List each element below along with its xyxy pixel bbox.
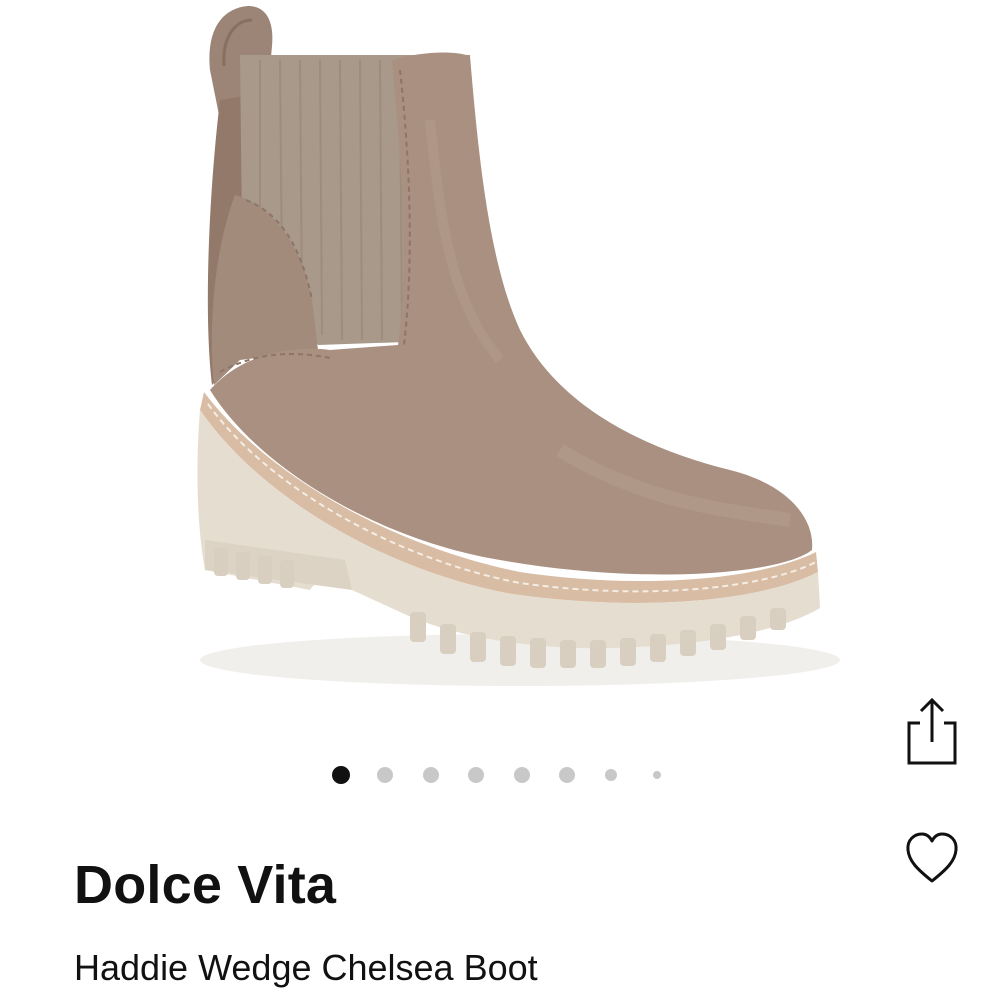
- pagination-dot-3[interactable]: [423, 767, 439, 783]
- brand-name[interactable]: Dolce Vita: [74, 852, 336, 918]
- product-name: Haddie Wedge Chelsea Boot: [74, 947, 538, 988]
- pagination-dot-4[interactable]: [468, 767, 484, 783]
- image-pagination[interactable]: [322, 764, 682, 786]
- pagination-dot-6[interactable]: [559, 767, 575, 783]
- product-image[interactable]: [0, 0, 1000, 740]
- share-button[interactable]: [897, 692, 967, 770]
- boot-illustration: [197, 6, 840, 686]
- pagination-dot-1[interactable]: [332, 766, 350, 784]
- share-icon: [907, 697, 957, 765]
- pagination-dot-8[interactable]: [653, 771, 661, 779]
- heart-icon: [906, 832, 958, 883]
- product-page: Dolce Vita Haddie Wedge Chelsea Boot: [0, 0, 1000, 1000]
- pagination-dot-7[interactable]: [605, 769, 617, 781]
- pagination-dot-2[interactable]: [377, 767, 393, 783]
- favorite-button[interactable]: [897, 823, 967, 889]
- pagination-dot-5[interactable]: [514, 767, 530, 783]
